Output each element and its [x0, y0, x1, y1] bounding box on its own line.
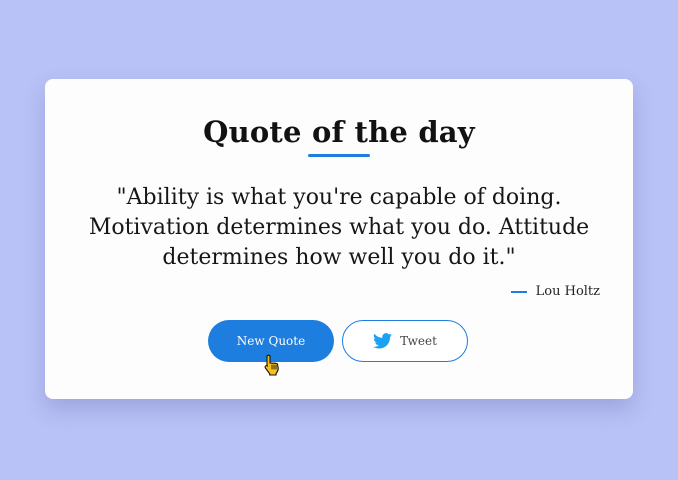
title-underline	[308, 154, 370, 157]
new-quote-button[interactable]: New Quote	[208, 320, 334, 362]
tweet-button[interactable]: Tweet	[342, 320, 468, 362]
new-quote-label: New Quote	[236, 334, 306, 348]
twitter-icon	[373, 333, 393, 349]
quote-card: Quote of the day "Ability is what you're…	[45, 79, 633, 399]
author-name: Lou Holtz	[535, 284, 600, 299]
tweet-label: Tweet	[400, 334, 437, 348]
author-dash	[510, 290, 527, 293]
card-title: Quote of the day	[203, 115, 475, 149]
quote-author: Lou Holtz	[510, 284, 600, 299]
quote-text: "Ability is what you're capable of doing…	[88, 185, 590, 270]
